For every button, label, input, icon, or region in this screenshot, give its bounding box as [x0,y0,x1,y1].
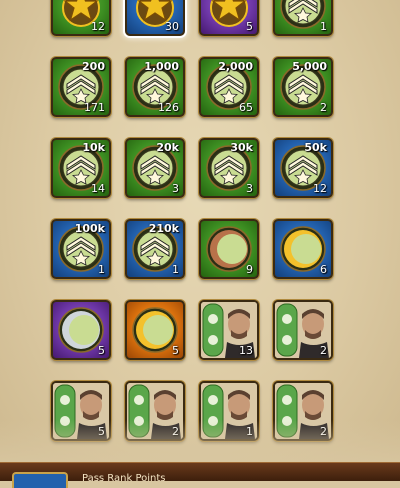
inventory-item-tile[interactable]: 30k 3 [199,138,259,198]
inventory-item-tile[interactable]: 2 [273,300,333,360]
item-cost: 100k [74,222,105,235]
item-grid: 12 30 5 1 200 171 1,000 126 2,000 65 5,000 2 10k 14 20… [0,0,400,480]
item-count: 2 [320,425,327,438]
item-count: 5 [98,425,105,438]
item-count: 14 [91,182,105,195]
item-cost: 200 [82,60,105,73]
item-count: 6 [320,263,327,276]
inventory-item-tile[interactable]: 2 [273,381,333,441]
inventory-item-tile[interactable]: 200 171 [51,57,111,117]
inventory-item-tile[interactable]: 2,000 65 [199,57,259,117]
item-count: 1 [320,20,327,33]
item-count: 5 [98,344,105,357]
bottom-item-label: Pass Rank Points [82,473,166,484]
item-count: 12 [313,182,327,195]
inventory-item-tile[interactable]: 5 [51,381,111,441]
item-count: 3 [246,182,253,195]
item-count: 12 [91,20,105,33]
item-count: 65 [239,101,253,114]
inventory-item-tile[interactable]: 1,000 126 [125,57,185,117]
inventory-item-tile[interactable]: 50k 12 [273,138,333,198]
inventory-item-tile[interactable]: 2 [125,381,185,441]
item-count: 3 [172,182,179,195]
item-count: 126 [158,101,179,114]
inventory-item-tile[interactable]: 5 [199,0,259,36]
item-cost: 20k [156,141,179,154]
item-count: 5 [246,20,253,33]
inventory-item-tile[interactable]: 6 [273,219,333,279]
bottom-item-icon[interactable] [12,472,68,488]
inventory-item-tile[interactable]: 9 [199,219,259,279]
item-cost: 210k [148,222,179,235]
item-cost: 2,000 [218,60,253,73]
item-count: 1 [246,425,253,438]
item-cost: 50k [304,141,327,154]
item-count: 2 [320,344,327,357]
inventory-screen: 12 30 5 1 200 171 1,000 126 2,000 65 5,000 2 10k 14 20… [0,0,400,488]
inventory-item-tile[interactable]: 13 [199,300,259,360]
inventory-item-tile[interactable]: 5 [51,300,111,360]
inventory-item-tile[interactable]: 5 [125,300,185,360]
inventory-item-tile[interactable]: 1 [199,381,259,441]
inventory-item-tile[interactable]: 5,000 2 [273,57,333,117]
item-count: 9 [246,263,253,276]
item-cost: 1,000 [144,60,179,73]
item-cost: 10k [82,141,105,154]
item-count: 2 [320,101,327,114]
inventory-item-tile[interactable]: 30 [125,0,185,36]
item-count: 5 [172,344,179,357]
inventory-item-tile[interactable]: 20k 3 [125,138,185,198]
item-count: 1 [98,263,105,276]
item-count: 1 [172,263,179,276]
item-count: 13 [239,344,253,357]
inventory-item-tile[interactable]: 12 [51,0,111,36]
item-cost: 5,000 [292,60,327,73]
item-count: 171 [84,101,105,114]
item-count: 30 [165,20,179,33]
inventory-item-tile[interactable]: 100k 1 [51,219,111,279]
inventory-item-tile[interactable]: 210k 1 [125,219,185,279]
item-cost: 30k [230,141,253,154]
inventory-item-tile[interactable]: 10k 14 [51,138,111,198]
item-count: 2 [172,425,179,438]
inventory-item-tile[interactable]: 1 [273,0,333,36]
